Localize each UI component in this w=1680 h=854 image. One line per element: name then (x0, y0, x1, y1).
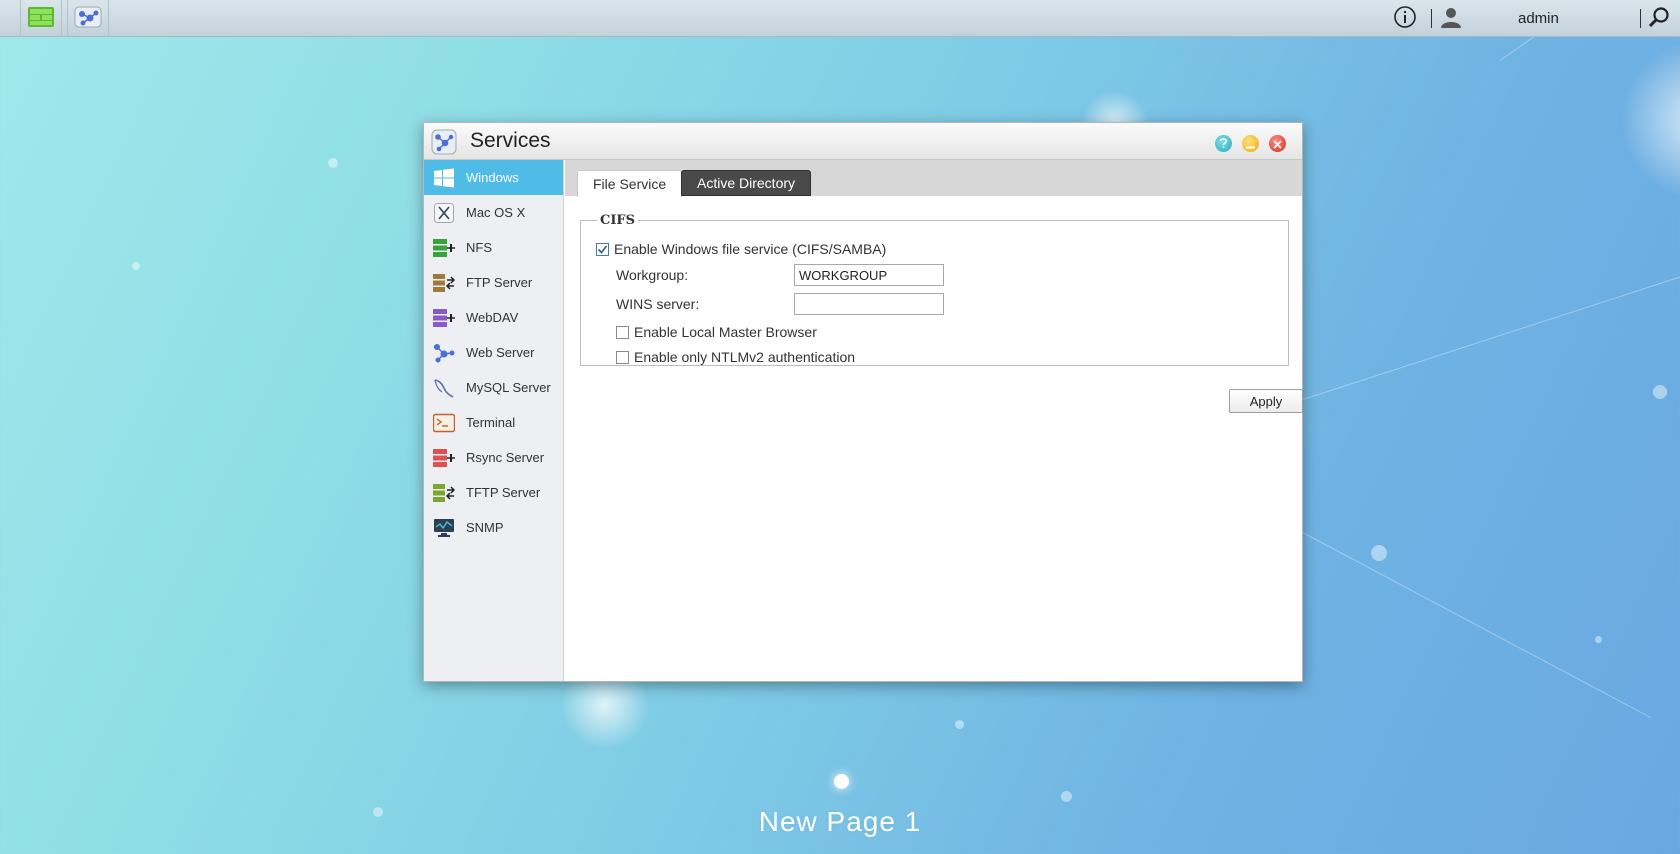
user-menu-button[interactable] (1440, 0, 1462, 37)
sidebar-item-label: Mac OS X (466, 205, 526, 220)
sidebar-item-label: WebDAV (466, 310, 519, 325)
local-master-browser-label: Enable Local Master Browser (634, 324, 817, 340)
user-icon (1440, 6, 1462, 32)
topbar-separator (1431, 9, 1432, 28)
cifs-legend: CIFS (600, 213, 636, 228)
topbar-separator (1640, 9, 1641, 28)
services-window: Services Windows Mac OS X NFS FTP Server… (423, 122, 1303, 682)
services-app-icon (74, 5, 102, 33)
search-button[interactable] (1648, 0, 1670, 37)
sidebar-item-label: FTP Server (466, 275, 533, 290)
web-server-icon (432, 341, 456, 365)
webdav-icon (432, 306, 456, 330)
storage-app-button[interactable] (20, 0, 62, 37)
page-label: New Page 1 (758, 806, 922, 837)
search-icon (1648, 6, 1670, 32)
cifs-group: CIFS (580, 213, 1289, 366)
content-panel: File Service Active Directory CIFS Enabl… (565, 160, 1303, 681)
help-icon (1219, 134, 1228, 153)
wins-server-input[interactable] (794, 293, 944, 315)
top-bar: admin (0, 0, 1680, 37)
ntlmv2-checkbox[interactable] (616, 350, 629, 364)
workgroup-input[interactable] (794, 264, 944, 286)
services-app-button[interactable] (67, 0, 109, 37)
sidebar-item-label: Rsync Server (466, 450, 545, 465)
windows-icon (432, 166, 456, 190)
apply-button[interactable]: Apply (1229, 389, 1303, 413)
help-button[interactable] (1215, 135, 1232, 152)
sidebar-item-nfs[interactable]: NFS (424, 230, 563, 265)
sidebar-item-ftp-server[interactable]: FTP Server (424, 265, 563, 300)
tab-active-directory[interactable]: Active Directory (681, 170, 812, 196)
sidebar-item-snmp[interactable]: SNMP (424, 510, 563, 545)
sidebar-item-label: Web Server (466, 345, 535, 360)
sidebar-item-label: Terminal (466, 415, 516, 430)
minimize-button[interactable] (1242, 135, 1259, 152)
sidebar-item-windows[interactable]: Windows (424, 160, 563, 195)
local-master-browser-row[interactable]: Enable Local Master Browser (616, 324, 817, 340)
minimize-icon (1246, 134, 1255, 153)
sidebar-item-label: Windows (466, 170, 519, 185)
rsync-server-icon (432, 446, 456, 470)
wins-server-label: WINS server: (616, 296, 700, 312)
username: admin (1518, 10, 1559, 27)
tab-bar: File Service Active Directory (565, 160, 1302, 197)
close-icon (1273, 134, 1282, 153)
sidebar-item-macosx[interactable]: Mac OS X (424, 195, 563, 230)
macosx-icon (432, 201, 456, 225)
sidebar-item-label: MySQL Server (466, 380, 551, 395)
enable-cifs-checkbox[interactable] (596, 242, 609, 256)
page-indicator-dot[interactable] (834, 774, 849, 789)
sidebar-item-terminal[interactable]: Terminal (424, 405, 563, 440)
info-icon (1393, 5, 1417, 33)
username-label[interactable]: admin (1518, 0, 1559, 37)
local-master-browser-checkbox[interactable] (616, 325, 629, 339)
sidebar-item-label: NFS (466, 240, 492, 255)
services-icon (431, 129, 457, 159)
nfs-icon (432, 236, 456, 260)
sidebar-item-web-server[interactable]: Web Server (424, 335, 563, 370)
tab-file-service[interactable]: File Service (577, 170, 683, 197)
enable-cifs-row[interactable]: Enable Windows file service (CIFS/SAMBA) (596, 241, 886, 257)
ftp-server-icon (432, 271, 456, 295)
sidebar-item-rsync-server[interactable]: Rsync Server (424, 440, 563, 475)
ntlmv2-row[interactable]: Enable only NTLMv2 authentication (616, 349, 855, 365)
sidebar-item-label: SNMP (466, 520, 504, 535)
workgroup-label: Workgroup: (616, 267, 689, 283)
mysql-server-icon (432, 376, 456, 400)
sidebar-item-mysql-server[interactable]: MySQL Server (424, 370, 563, 405)
window-titlebar[interactable]: Services (424, 123, 1302, 160)
close-button[interactable] (1269, 135, 1286, 152)
terminal-icon (432, 411, 456, 435)
ntlmv2-label: Enable only NTLMv2 authentication (634, 349, 856, 365)
sidebar-item-webdav[interactable]: WebDAV (424, 300, 563, 335)
info-button[interactable] (1393, 0, 1417, 37)
services-sidebar: Windows Mac OS X NFS FTP Server WebDAV W… (424, 160, 564, 681)
sidebar-item-tftp-server[interactable]: TFTP Server (424, 475, 563, 510)
storage-app-icon (28, 6, 54, 31)
tftp-server-icon (432, 481, 456, 505)
sidebar-item-label: TFTP Server (466, 485, 541, 500)
enable-cifs-label: Enable Windows file service (CIFS/SAMBA) (614, 241, 887, 257)
snmp-icon (432, 516, 456, 540)
window-title: Services (470, 129, 551, 152)
